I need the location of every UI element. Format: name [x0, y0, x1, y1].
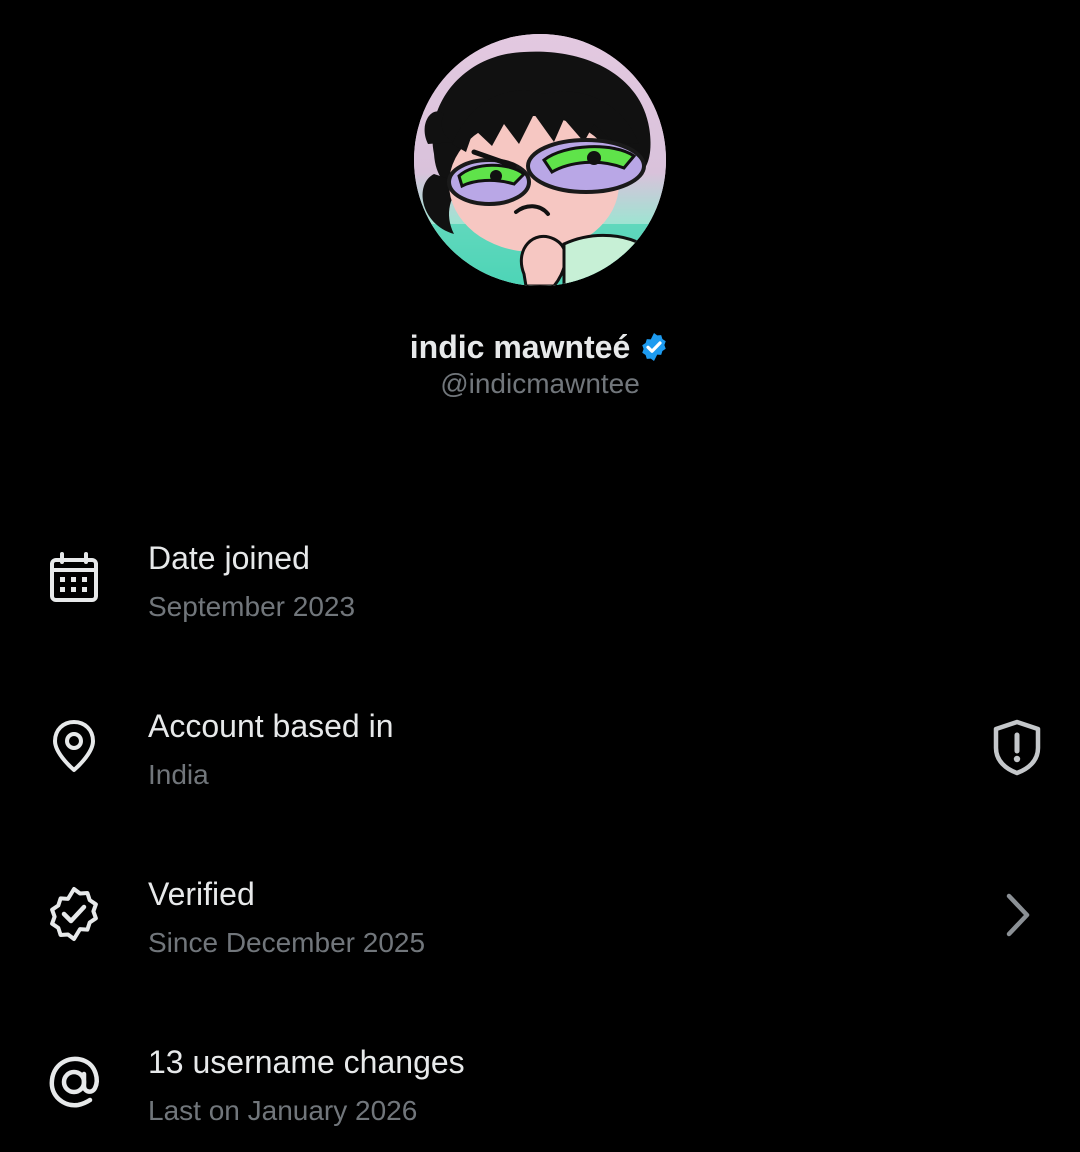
at-sign-icon [49, 1056, 99, 1108]
display-name: indic mawnteé [409, 329, 631, 365]
info-row-username-changes: 13 username changes Last on January 2026 [0, 1040, 1080, 1150]
profile-handle: @indicmawntee [440, 368, 640, 399]
row-subtitle: India [148, 759, 209, 790]
verified-badge-icon[interactable] [638, 331, 670, 363]
row-title: Verified [148, 876, 255, 912]
profile-avatar[interactable] [414, 34, 666, 286]
info-row-verified[interactable]: Verified Since December 2025 [0, 872, 1080, 982]
info-row-date-joined: Date joined September 2023 [0, 536, 1080, 646]
location-pin-icon [53, 720, 95, 772]
info-row-account-based-in: Account based in India [0, 704, 1080, 814]
shield-alert-icon[interactable] [986, 716, 1048, 778]
row-title: Account based in [148, 708, 394, 744]
row-subtitle: September 2023 [148, 591, 356, 622]
row-subtitle: Last on January 2026 [148, 1095, 418, 1126]
row-title: Date joined [148, 540, 310, 576]
row-subtitle: Since December 2025 [148, 927, 426, 958]
calendar-icon [50, 552, 98, 602]
avatar-illustration [414, 34, 666, 286]
chevron-right-icon[interactable] [986, 884, 1048, 946]
profile-name-row: indic mawnteé [0, 326, 1080, 368]
verified-check-icon [50, 887, 98, 941]
row-title: 13 username changes [148, 1044, 465, 1080]
